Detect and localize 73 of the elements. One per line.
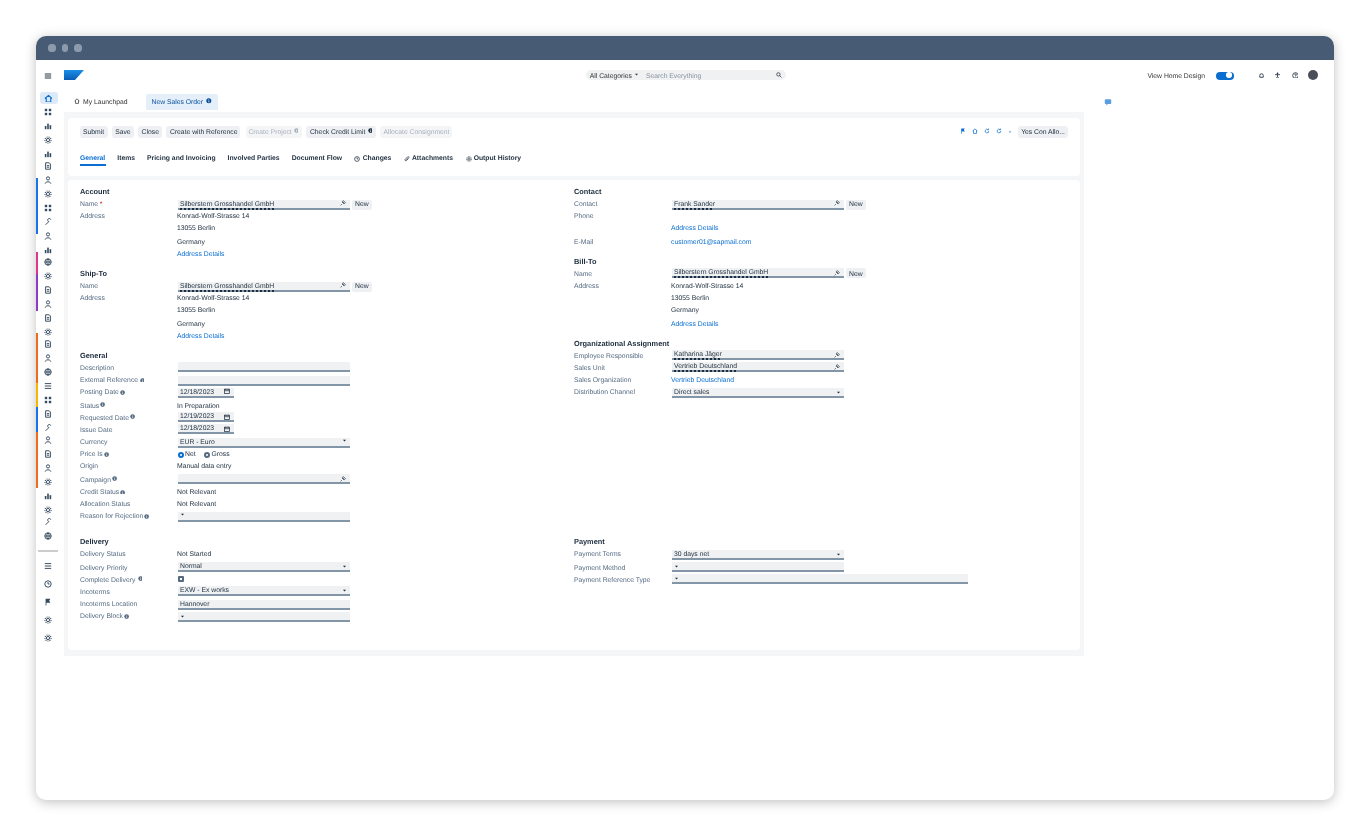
gear-icon[interactable]	[44, 135, 52, 144]
globe-icon[interactable]	[44, 532, 52, 541]
value-help-icon[interactable]	[834, 351, 840, 358]
lookup-field[interactable]	[177, 474, 349, 485]
bar-chart-icon[interactable]	[44, 245, 52, 254]
info-icon	[367, 128, 373, 135]
calendar-icon[interactable]	[224, 388, 230, 395]
dropdown-field[interactable]	[671, 574, 967, 585]
input-field[interactable]	[177, 375, 349, 386]
calendar-icon[interactable]	[224, 425, 230, 432]
flag-icon[interactable]	[960, 128, 967, 135]
dropdown-field[interactable]	[177, 611, 349, 622]
radio-button[interactable]	[203, 451, 210, 458]
accessibility-icon[interactable]	[1274, 71, 1281, 79]
globe-icon[interactable]	[44, 368, 52, 377]
user-avatar[interactable]	[1308, 70, 1318, 80]
menu-icon[interactable]	[44, 71, 52, 79]
home-icon	[74, 98, 80, 104]
gear-icon[interactable]	[44, 190, 52, 199]
person-icon[interactable]	[44, 354, 52, 363]
flag-icon[interactable]	[44, 598, 52, 607]
document-icon[interactable]	[44, 286, 52, 295]
person-icon[interactable]	[44, 436, 52, 445]
value-help-icon[interactable]	[340, 282, 346, 289]
gear-icon[interactable]	[44, 477, 52, 486]
paperclip-icon	[403, 155, 410, 161]
value-help-icon[interactable]	[340, 200, 346, 207]
gear-icon[interactable]	[44, 327, 52, 336]
dropdown-field[interactable]	[177, 511, 349, 522]
person-icon[interactable]	[44, 231, 52, 240]
home-icon[interactable]	[43, 93, 53, 103]
grid-icon[interactable]	[44, 395, 52, 404]
document-icon[interactable]	[44, 162, 52, 171]
info-icon	[206, 98, 212, 104]
gear-icon[interactable]	[44, 505, 52, 514]
home-design-toggle[interactable]	[1215, 71, 1233, 79]
calendar-icon[interactable]	[224, 413, 230, 420]
history-icon	[354, 155, 361, 161]
bar-chart-icon[interactable]	[44, 491, 52, 500]
sync-icon[interactable]	[996, 128, 1003, 135]
wrench-icon[interactable]	[44, 217, 52, 226]
dropdown-field[interactable]	[671, 562, 843, 573]
notification-icon[interactable]	[1257, 71, 1264, 79]
value-help-icon[interactable]	[834, 363, 840, 370]
gear-icon[interactable]	[44, 272, 52, 281]
clock-icon[interactable]	[44, 580, 52, 589]
grid-icon[interactable]	[44, 108, 52, 117]
grid-icon[interactable]	[44, 204, 52, 213]
bar-chart-icon[interactable]	[44, 149, 52, 158]
person-icon[interactable]	[44, 299, 52, 308]
document-icon[interactable]	[44, 313, 52, 322]
chat-icon[interactable]	[1104, 97, 1112, 105]
globe-icon[interactable]	[44, 258, 52, 267]
info-icon	[293, 128, 299, 135]
wrench-icon[interactable]	[44, 518, 52, 527]
value-help-icon[interactable]	[340, 475, 346, 482]
radio-button[interactable]	[177, 451, 183, 458]
document-icon[interactable]	[44, 340, 52, 349]
home-icon[interactable]	[972, 128, 979, 135]
input-field[interactable]	[177, 362, 349, 373]
help-icon[interactable]	[1291, 71, 1298, 79]
person-icon[interactable]	[44, 464, 52, 473]
checkbox[interactable]	[177, 576, 183, 583]
document-icon[interactable]	[44, 409, 52, 418]
value-help-icon[interactable]	[834, 200, 840, 207]
value-help-icon[interactable]	[834, 269, 840, 276]
bar-chart-icon[interactable]	[44, 121, 52, 130]
company-logo[interactable]	[64, 70, 84, 80]
wrench-icon[interactable]	[44, 423, 52, 432]
search-icon[interactable]	[775, 72, 782, 78]
document-icon[interactable]	[44, 450, 52, 459]
person-icon[interactable]	[44, 176, 52, 185]
refresh-icon[interactable]	[984, 128, 991, 135]
